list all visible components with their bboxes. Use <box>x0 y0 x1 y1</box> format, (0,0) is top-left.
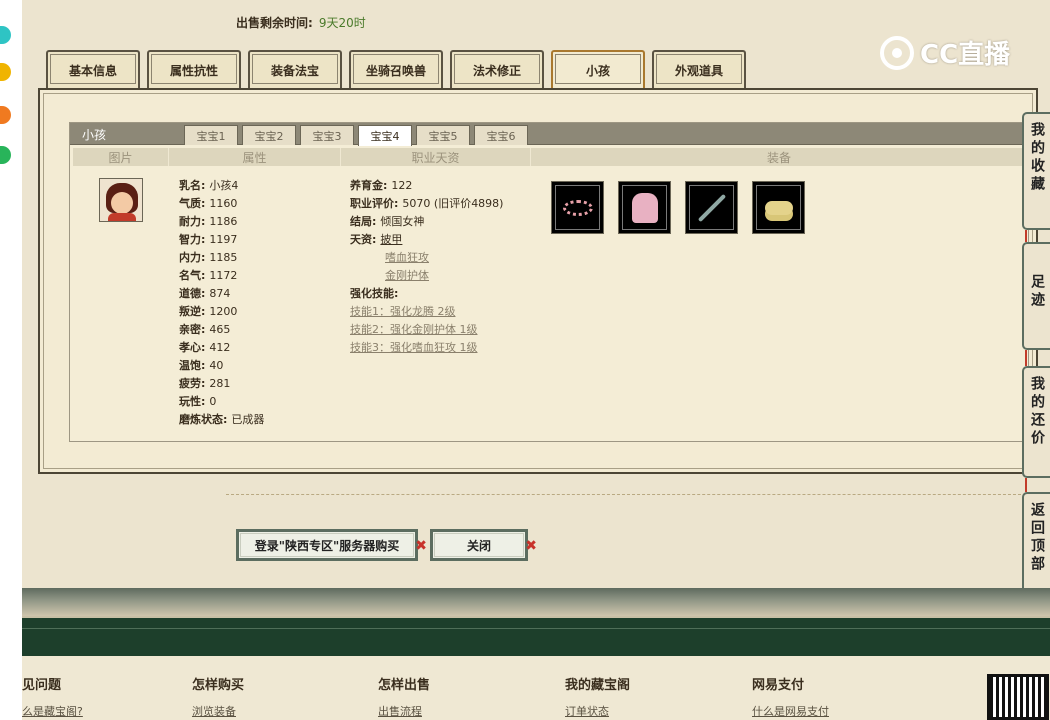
cc-logo-icon <box>880 35 914 70</box>
shoes-icon <box>764 200 793 215</box>
ornament-icon: ✖ <box>525 538 537 554</box>
side-back-to-top-label: 返回顶部 <box>1029 502 1045 574</box>
attr-row: 名气: 1172 <box>179 269 238 282</box>
child-talent: 养育金: 122 职业评价: 5070 (旧评价4898) 结局: 倾国女神 天资: 披… <box>350 177 550 357</box>
app-icon-orange[interactable] <box>0 106 11 124</box>
side-footprints-label: 足迹 <box>1029 274 1045 310</box>
tab-mount-summon[interactable]: 坐骑召唤兽 <box>349 50 443 88</box>
column-talent: 职业天资 <box>341 148 531 166</box>
pink-dress-icon <box>631 192 658 223</box>
footer-col-how-sell: 怎样出售 出售流程 <box>378 678 431 719</box>
equipment-slot[interactable] <box>685 181 738 234</box>
tab-appearance-items[interactable]: 外观道具 <box>652 50 746 88</box>
sub-tab-baby-3[interactable]: 宝宝3 <box>300 125 354 145</box>
attr-row: 气质: 1160 <box>179 197 238 210</box>
column-equipment: 装备 <box>766 150 791 165</box>
career-eval-row: 职业评价: 5070 (旧评价4898) <box>350 197 504 210</box>
site-footer: 见问题 么是藏宝阁? 怎样购买 浏览装备 怎样出售 出售流程 我的藏宝阁 订单状… <box>22 656 1050 720</box>
ending-row: 结局: 倾国女神 <box>350 215 425 228</box>
column-attributes: 属性 <box>169 148 341 166</box>
sub-tab-baby-5[interactable]: 宝宝5 <box>416 125 470 145</box>
footer-col-netease-pay: 网易支付 什么是网易支付 <box>752 678 829 719</box>
green-decoration-band <box>22 616 1050 656</box>
equipment-slot[interactable] <box>618 181 671 234</box>
ornament-icon: ✖ <box>415 538 427 554</box>
sale-time-value: 9天20时 <box>318 16 366 30</box>
column-image: 图片 <box>73 148 169 166</box>
child-attributes: 乳名: 小孩4 气质: 1160 耐力: 1186 智力: 1197 内力: 1185 名… <box>179 177 349 429</box>
app-icon-green[interactable] <box>0 146 11 164</box>
tab-attribute-resistance[interactable]: 属性抗性 <box>147 50 241 88</box>
app-icon-yellow[interactable] <box>0 63 11 81</box>
main-tabs: 基本信息 属性抗性 装备法宝 坐骑召唤兽 法术修正 小孩 外观道具 <box>46 50 746 88</box>
gift-row: 天资: 披甲 <box>350 233 403 246</box>
attr-row: 道德: 874 <box>179 287 231 300</box>
cc-logo-text: CC直播 <box>920 40 1011 70</box>
side-favorites[interactable]: 我的收藏 <box>1022 112 1050 230</box>
footer-link[interactable]: 么是藏宝阁? <box>22 703 83 719</box>
side-favorites-label: 我的收藏 <box>1029 122 1045 194</box>
sword-icon <box>697 193 726 222</box>
cc-live-watermark: CC直播 <box>880 34 1010 71</box>
buy-on-server-button[interactable]: 登录"陕西专区"服务器购买 ✖ <box>236 529 427 561</box>
tab-spell-correction[interactable]: 法术修正 <box>450 50 544 88</box>
equipment-slot[interactable] <box>551 181 604 234</box>
skill-link[interactable]: 技能2：强化金刚护体 1级 <box>350 323 478 336</box>
child-portrait[interactable] <box>99 178 143 222</box>
close-button[interactable]: 关闭 ✖ <box>430 529 537 561</box>
app-icon-cyan[interactable] <box>0 26 11 44</box>
attr-row: 叛逆: 1200 <box>179 305 238 318</box>
raise-money-row: 养育金: 122 <box>350 179 413 192</box>
sub-tab-baby-6[interactable]: 宝宝6 <box>474 125 528 145</box>
skill-link[interactable]: 技能3：强化嗜血狂攻 1级 <box>350 341 478 354</box>
divider <box>226 494 1026 495</box>
buy-button-label: 登录"陕西专区"服务器购买 <box>254 538 400 553</box>
footer-link[interactable]: 出售流程 <box>378 703 430 719</box>
tab-child[interactable]: 小孩 <box>551 50 645 88</box>
skill-label-row: 强化技能: <box>350 287 399 300</box>
sub-tab-baby-1[interactable]: 宝宝1 <box>184 125 238 145</box>
close-button-label: 关闭 <box>466 538 491 553</box>
ink-decoration-band <box>22 588 1050 616</box>
attr-row: 耐力: 1186 <box>179 215 238 228</box>
attr-row: 玩性: 0 <box>179 395 217 408</box>
child-sub-tabs: 宝宝1 宝宝2 宝宝3 宝宝4 宝宝5 宝宝6 <box>184 125 528 146</box>
child-column-headers: 图片 属性 职业天资 装备 <box>73 148 1027 166</box>
attr-row: 孝心: 412 <box>179 341 231 354</box>
child-header-bar: 小孩 宝宝1 宝宝2 宝宝3 宝宝4 宝宝5 宝宝6 <box>70 123 1028 146</box>
child-info-box: 小孩 宝宝1 宝宝2 宝宝3 宝宝4 宝宝5 宝宝6 图片 属性 职业天资 装备… <box>69 122 1029 442</box>
footer-link[interactable]: 浏览装备 <box>192 703 244 719</box>
attr-row: 亲密: 465 <box>179 323 231 336</box>
gift-link[interactable]: 金刚护体 <box>385 269 429 282</box>
side-my-bids[interactable]: 我的还价 <box>1022 366 1050 478</box>
side-my-bids-label: 我的还价 <box>1029 376 1045 448</box>
gift-link[interactable]: 嗜血狂攻 <box>385 251 429 264</box>
attr-row: 乳名: 小孩4 <box>179 179 239 192</box>
attr-row: 磨炼状态: 已成器 <box>179 413 265 426</box>
gift-link[interactable]: 披甲 <box>380 233 402 246</box>
qr-code-icon[interactable] <box>987 674 1049 720</box>
footer-col-how-buy: 怎样购买 浏览装备 <box>192 678 245 719</box>
footer-col-my-cbg: 我的藏宝阁 订单状态 <box>565 678 631 719</box>
tab-equipment-treasure[interactable]: 装备法宝 <box>248 50 342 88</box>
flower-wreath-icon <box>562 199 593 216</box>
attr-row: 疲劳: 281 <box>179 377 231 390</box>
side-footprints[interactable]: 足迹 <box>1022 242 1050 350</box>
footer-link[interactable]: 什么是网易支付 <box>752 703 829 719</box>
child-section-title: 小孩 <box>82 128 107 142</box>
tab-basic-info[interactable]: 基本信息 <box>46 50 140 88</box>
child-equipment <box>551 181 805 234</box>
left-app-strip <box>0 0 22 720</box>
skill-link[interactable]: 技能1：强化龙腾 2级 <box>350 305 456 318</box>
footer-col-faq: 见问题 么是藏宝阁? <box>22 678 83 719</box>
attr-row: 内力: 1185 <box>179 251 238 264</box>
attr-row: 智力: 1197 <box>179 233 238 246</box>
attr-row: 温饱: 40 <box>179 359 224 372</box>
sale-time-label: 出售剩余时间: <box>236 16 313 30</box>
sub-tab-baby-2[interactable]: 宝宝2 <box>242 125 296 145</box>
sale-remaining-time: 出售剩余时间: 9天20时 <box>236 14 366 31</box>
equipment-slot[interactable] <box>752 181 805 234</box>
sub-tab-baby-4[interactable]: 宝宝4 <box>358 125 412 146</box>
footer-link[interactable]: 订单状态 <box>565 703 630 719</box>
